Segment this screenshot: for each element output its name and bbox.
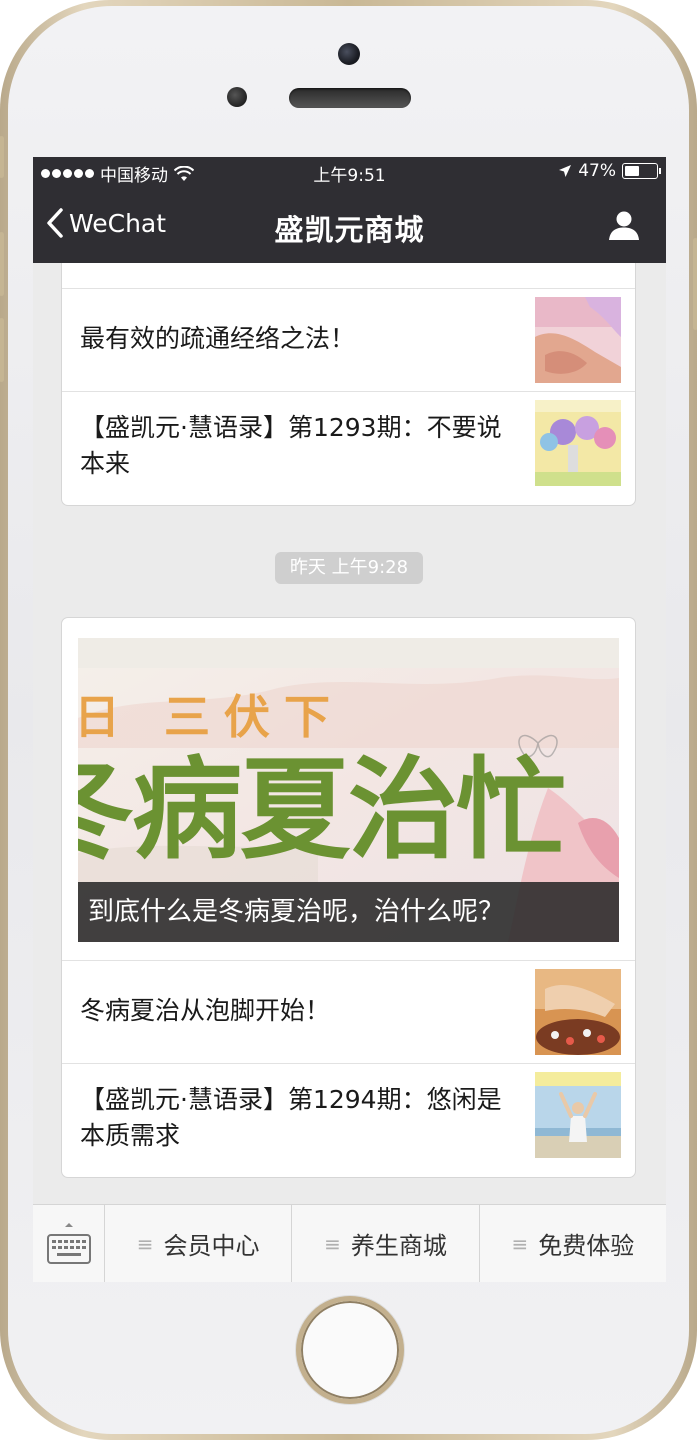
- mute-switch: [0, 136, 4, 178]
- volume-down-button: [0, 318, 4, 382]
- phone-frame: 中国移动 上午9:51 47% WeChat 盛凯元商城 最有效的疏通经络之法！…: [0, 0, 697, 1440]
- article-title: 【盛凯元·慧语录】第1293期：不要说本来: [80, 413, 502, 478]
- battery-icon: [622, 163, 661, 179]
- article-item[interactable]: 【盛凯元·慧语录】第1293期：不要说本来: [62, 391, 635, 505]
- volume-up-button: [0, 232, 4, 296]
- article-title: 【盛凯元·慧语录】第1294期：悠闲是本质需求: [80, 1085, 502, 1150]
- article-item[interactable]: 【盛凯元·慧语录】第1294期：悠闲是本质需求: [62, 1063, 635, 1177]
- keyboard-toggle-button[interactable]: [33, 1205, 105, 1282]
- article-card: 最有效的疏通经络之法！ 【盛凯元·慧语录】第1293期：不要说本来: [61, 263, 636, 506]
- article-item[interactable]: 最有效的疏通经络之法！: [62, 288, 635, 391]
- menu-label: 养生商城: [350, 1232, 447, 1260]
- status-bar: 中国移动 上午9:51 47%: [33, 157, 666, 187]
- article-thumbnail: [535, 400, 621, 486]
- location-arrow-icon: [559, 165, 572, 177]
- power-button: [693, 238, 697, 330]
- banner-caption: 到底什么是冬病夏治呢，治什么呢？: [78, 882, 619, 942]
- screen: 中国移动 上午9:51 47% WeChat 盛凯元商城 最有效的疏通经络之法！…: [33, 157, 666, 1282]
- article-card: 日 三伏下 冬病夏治忙 到底什么是冬病夏治呢，治什么呢？ 冬病夏治从泡脚开始！: [61, 617, 636, 1178]
- message-timestamp: 昨天 上午9:28: [275, 552, 423, 584]
- battery-percent: 47%: [578, 161, 616, 181]
- menu-lines-icon: ≡: [136, 1231, 154, 1256]
- page-title: 盛凯元商城: [274, 213, 425, 247]
- menu-member-center[interactable]: ≡ 会员中心: [105, 1205, 293, 1282]
- earpiece-speaker: [289, 88, 411, 108]
- article-item[interactable]: 冬病夏治从泡脚开始！: [62, 960, 635, 1063]
- menu-label: 会员中心: [163, 1232, 260, 1260]
- bottom-menu: ≡ 会员中心 ≡ 养生商城 ≡ 免费体验: [33, 1204, 666, 1282]
- front-camera: [338, 43, 360, 65]
- article-thumbnail: [535, 297, 621, 383]
- menu-free-trial[interactable]: ≡ 免费体验: [480, 1205, 666, 1282]
- banner-small-text: 日 三伏下: [78, 690, 344, 744]
- article-title: 冬病夏治从泡脚开始！: [80, 996, 331, 1025]
- person-icon[interactable]: [608, 209, 640, 241]
- lead-article-banner[interactable]: 日 三伏下 冬病夏治忙 到底什么是冬病夏治呢，治什么呢？: [78, 638, 619, 942]
- nav-bar: WeChat 盛凯元商城: [33, 187, 666, 263]
- menu-label: 免费体验: [538, 1232, 635, 1260]
- keyboard-icon: [47, 1223, 91, 1264]
- article-title: 最有效的疏通经络之法！: [80, 324, 356, 353]
- home-button[interactable]: [296, 1296, 404, 1404]
- message-list: 最有效的疏通经络之法！ 【盛凯元·慧语录】第1293期：不要说本来 昨天 上午9…: [33, 263, 666, 1204]
- menu-lines-icon: ≡: [511, 1231, 529, 1256]
- menu-health-mall[interactable]: ≡ 养生商城: [292, 1205, 480, 1282]
- proximity-sensor: [227, 87, 247, 107]
- article-thumbnail: [535, 1072, 621, 1158]
- article-thumbnail: [535, 969, 621, 1055]
- banner-main-text: 冬病夏治忙: [78, 746, 564, 874]
- menu-lines-icon: ≡: [324, 1231, 341, 1256]
